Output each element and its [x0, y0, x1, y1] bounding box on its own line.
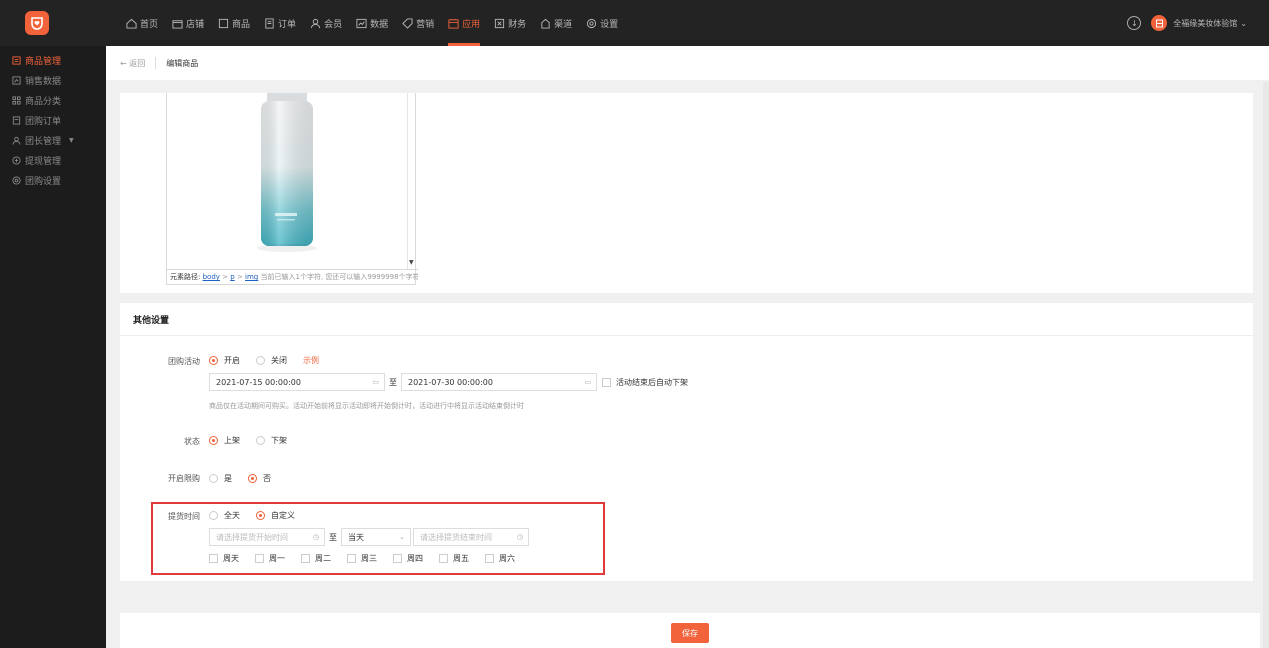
sidebar-item-leaders[interactable]: 团长管理 ▼ — [0, 130, 106, 150]
page-title: 编辑商品 — [166, 58, 199, 68]
product-image[interactable] — [167, 93, 407, 269]
page-scrollbar[interactable] — [1263, 82, 1269, 648]
group-off-radio[interactable]: 关闭 — [256, 355, 287, 366]
rich-text-editor[interactable]: ▼ 元素路径: body > p > img 当前已输入1个字符, 您还可以输入… — [166, 93, 418, 285]
sidebar-item-category[interactable]: 商品分类 — [0, 90, 106, 110]
path-body-link[interactable]: body — [203, 273, 220, 281]
status-on-radio[interactable]: 上架 — [209, 435, 240, 446]
order-icon — [265, 17, 274, 29]
group-on-radio[interactable]: 开启 — [209, 355, 240, 366]
sidebar: 商品管理 销售数据 商品分类 团购订单 团长管理 ▼ 提现管理 团购设置 — [0, 46, 106, 648]
user-area: ↓ 全福缘美妆体验馆 ⌄ — [1127, 0, 1247, 46]
app-icon — [448, 18, 459, 29]
nav-store[interactable]: 店铺 — [172, 0, 204, 46]
download-icon[interactable]: ↓ — [1127, 16, 1142, 30]
sidebar-item-withdraw[interactable]: 提现管理 — [0, 150, 106, 170]
auto-off-checkbox[interactable]: 活动结束后自动下架 — [602, 377, 688, 388]
description-card: ▼ 元素路径: body > p > img 当前已输入1个字符, 您还可以输入… — [120, 93, 1253, 293]
save-button[interactable]: 保存 — [671, 623, 709, 643]
limit-label: 开启限购 — [168, 474, 200, 483]
finance-icon — [495, 18, 505, 28]
logo-icon[interactable] — [25, 11, 49, 35]
group-activity-options: 开启 关闭 示例 — [209, 355, 319, 366]
nav-member[interactable]: 会员 — [310, 0, 342, 46]
caret-down-icon: ▼ — [69, 136, 74, 144]
divider — [155, 57, 157, 69]
sidebar-item-sales[interactable]: 销售数据 — [0, 70, 106, 90]
home-icon — [126, 18, 137, 29]
user-name[interactable]: 全福缘美妆体验馆 — [1173, 18, 1237, 29]
chart-icon — [12, 75, 21, 85]
scroll-down-icon[interactable]: ▼ — [409, 259, 414, 266]
highlight-box — [151, 502, 605, 575]
activity-hint: 商品仅在活动期间可购买。活动开始前将显示活动即将开始倒计时，活动进行中将显示活动… — [209, 402, 524, 410]
save-bar: 保存 — [120, 613, 1260, 648]
element-path-bar: 元素路径: body > p > img 当前已输入1个字符, 您还可以输入99… — [167, 269, 418, 284]
user-icon — [310, 18, 321, 28]
calendar-icon: ▭ — [584, 378, 591, 386]
nav-marketing[interactable]: 营销 — [402, 0, 434, 46]
calendar-icon: ▭ — [372, 378, 379, 386]
nav-channel[interactable]: 渠道 — [540, 0, 572, 46]
tag-icon — [402, 17, 413, 29]
section-title: 其他设置 — [120, 303, 1253, 336]
limit-no-radio[interactable]: 否 — [248, 473, 271, 484]
nav-app[interactable]: 应用 — [448, 0, 481, 46]
goods-icon — [218, 18, 229, 28]
goods-icon — [12, 55, 21, 65]
nav-goods[interactable]: 商品 — [218, 0, 250, 46]
path-img-link[interactable]: img — [245, 273, 258, 281]
status-options: 上架 下架 — [209, 435, 303, 446]
activity-time-range: 2021-07-15 00:00:00 ▭ 至 2021-07-30 00:00:… — [209, 373, 688, 391]
nav-finance[interactable]: 财务 — [494, 0, 526, 46]
gear-icon — [12, 175, 21, 185]
editor-scrollbar[interactable]: ▼ — [407, 93, 415, 270]
nav-order[interactable]: 订单 — [264, 0, 296, 46]
status-label: 状态 — [184, 437, 200, 446]
end-time-input[interactable]: 2021-07-30 00:00:00 ▭ — [401, 373, 597, 391]
group-activity-label: 团购活动 — [168, 357, 200, 366]
limit-yes-radio[interactable]: 是 — [209, 473, 232, 484]
status-off-radio[interactable]: 下架 — [256, 435, 287, 446]
chevron-down-icon[interactable]: ⌄ — [1240, 19, 1247, 28]
sidebar-item-group-settings[interactable]: 团购设置 — [0, 170, 106, 190]
char-count: 当前已输入1个字符, 您还可以输入9999998个字符 — [260, 273, 419, 281]
back-link[interactable]: ← 返回 — [120, 58, 145, 69]
store-icon — [172, 19, 183, 29]
nav-data[interactable]: 数据 — [356, 0, 388, 46]
order-icon — [12, 115, 21, 125]
breadcrumb: ← 返回 编辑商品 — [106, 46, 1269, 80]
sidebar-item-goods[interactable]: 商品管理 — [0, 50, 106, 70]
top-navbar: 首页 店铺 商品 订单 会员 数据 营销 应用 财务 渠道 设置 ↓ 全福缘美妆… — [0, 0, 1269, 46]
path-p-link[interactable]: p — [230, 273, 234, 281]
nav-settings[interactable]: 设置 — [586, 0, 618, 46]
chart-icon — [356, 18, 367, 28]
gear-icon — [587, 18, 597, 28]
grid-icon — [12, 95, 21, 105]
main-nav: 首页 店铺 商品 订单 会员 数据 营销 应用 财务 渠道 设置 — [126, 0, 632, 46]
nav-home[interactable]: 首页 — [126, 0, 158, 46]
withdraw-icon — [12, 155, 21, 165]
channel-icon — [541, 18, 550, 29]
sidebar-item-group-orders[interactable]: 团购订单 — [0, 110, 106, 130]
user-icon — [12, 136, 21, 145]
limit-options: 是 否 — [209, 473, 287, 484]
start-time-input[interactable]: 2021-07-15 00:00:00 ▭ — [209, 373, 385, 391]
avatar[interactable] — [1151, 15, 1168, 31]
example-link[interactable]: 示例 — [303, 355, 319, 366]
